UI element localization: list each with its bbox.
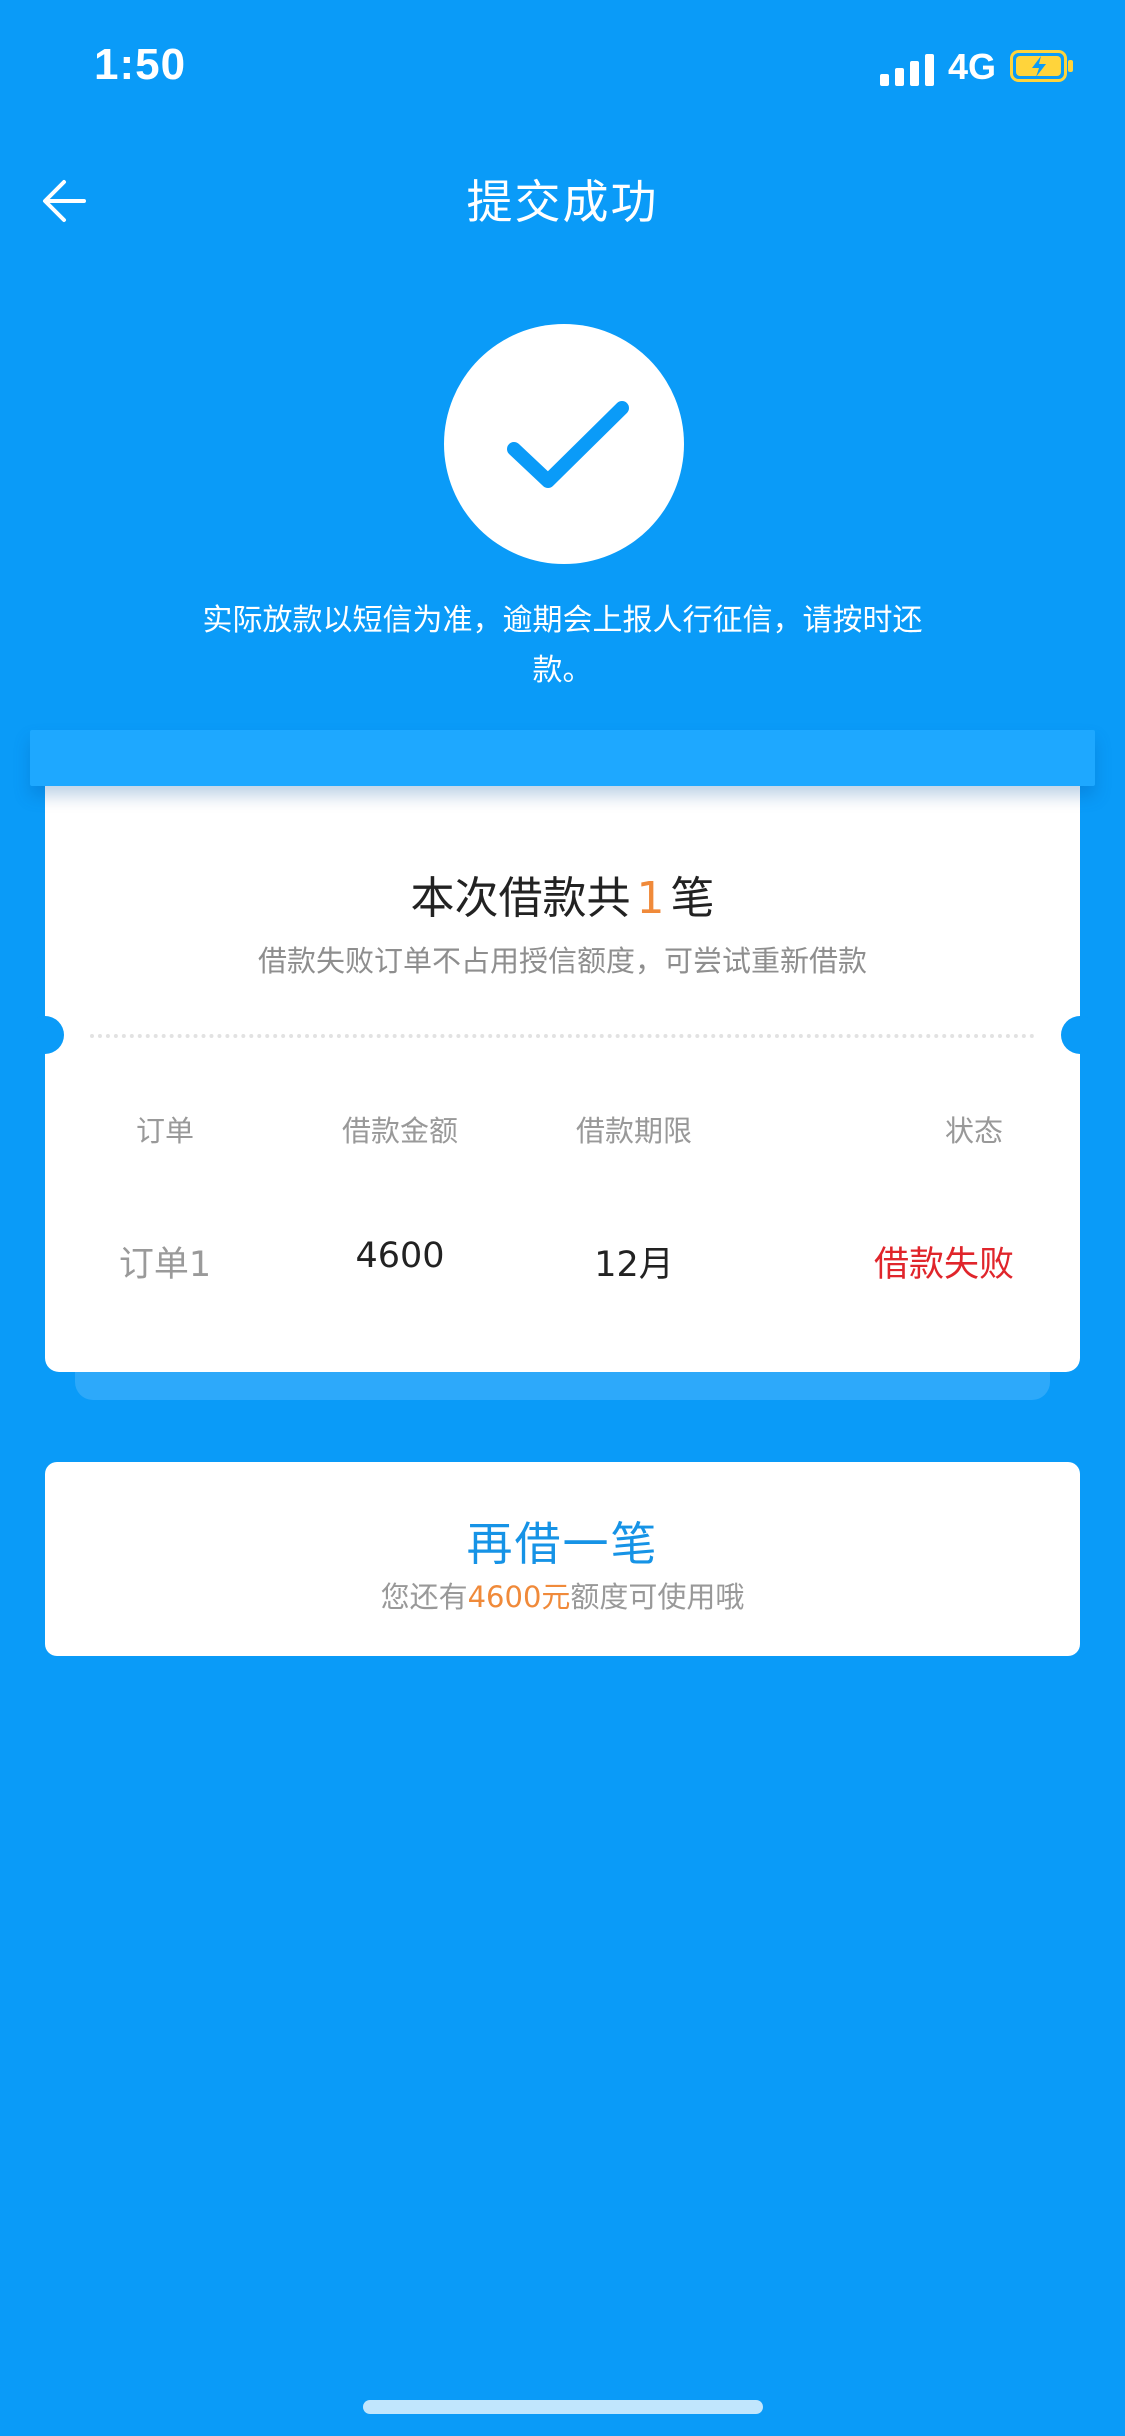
remaining-amount: 4600元 — [467, 1580, 571, 1614]
summary-title-suffix: 笔 — [670, 873, 715, 924]
remaining-prefix: 您还有 — [380, 1580, 468, 1614]
home-indicator[interactable] — [363, 2400, 763, 2414]
checkmark-icon — [507, 401, 629, 488]
page-title: 提交成功 — [466, 175, 659, 229]
summary-title-prefix: 本次借款共 — [410, 873, 631, 924]
summary-subtitle: 借款失败订单不占用授信额度，可尝试重新借款 — [257, 944, 867, 978]
loan-amount: 4600 — [355, 1236, 445, 1276]
column-header-order: 订单 — [135, 1114, 194, 1148]
dotted-divider — [90, 1034, 1035, 1038]
ticket-notch-left — [26, 1016, 64, 1054]
success-badge — [444, 324, 684, 564]
column-header-term: 借款期限 — [575, 1114, 692, 1148]
loan-notice: 实际放款以短信为准，逾期会上报人行征信，请按时还 款。 — [180, 596, 945, 696]
order-name: 订单1 — [118, 1245, 212, 1285]
status-time: 1:50 — [94, 40, 187, 89]
ticket-notch-right — [1061, 1016, 1099, 1054]
borrow-again-title[interactable]: 再借一笔 — [45, 1508, 1080, 1574]
ticket-slot — [30, 730, 1095, 786]
notice-line-1: 实际放款以短信为准，逾期会上报人行征信，请按时还 — [202, 603, 923, 638]
remaining-suffix: 额度可使用哦 — [570, 1580, 745, 1614]
borrow-again-subtitle: 您还有4600元额度可使用哦 — [45, 1574, 1080, 1616]
loan-term: 12月 — [594, 1245, 674, 1285]
summary-title: 本次借款共 1 笔 — [45, 862, 1080, 926]
battery-charging-icon — [1010, 50, 1074, 82]
notice-line-2: 款。 — [532, 653, 593, 688]
loan-count: 1 — [636, 873, 665, 924]
network-type: 4G — [948, 46, 997, 87]
column-header-amount: 借款金额 — [341, 1114, 458, 1148]
column-header-status: 状态 — [944, 1114, 1003, 1148]
loan-status-badge: 借款失败 — [873, 1245, 1014, 1285]
signal-icon — [880, 52, 936, 86]
